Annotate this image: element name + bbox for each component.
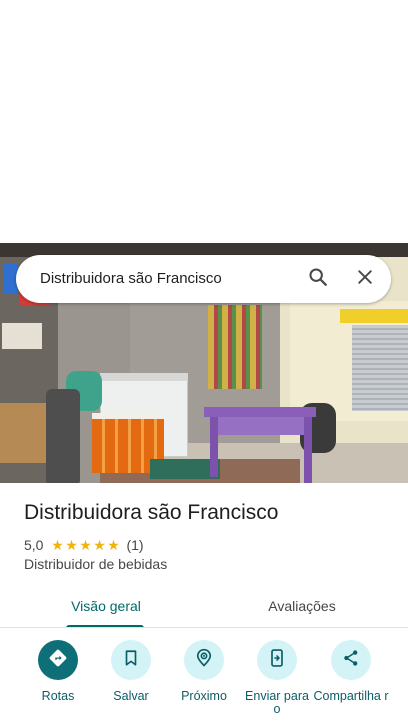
search-bar[interactable]: Distribuidora são Francisco	[16, 255, 391, 303]
star-icon: ★	[107, 537, 120, 553]
photo-hanging-snacks	[208, 305, 262, 389]
directions-icon	[47, 647, 69, 674]
send-to-phone-button-circle[interactable]	[257, 640, 297, 680]
tab-bar: Visão geral Avaliações	[0, 584, 408, 628]
search-icon	[307, 266, 329, 293]
photo-thermos	[46, 389, 80, 483]
search-button[interactable]	[300, 261, 336, 297]
photo-shutter-top	[340, 309, 408, 323]
rating-value: 5,0	[24, 537, 44, 553]
directions-button[interactable]: Rotas	[21, 640, 95, 703]
share-icon	[341, 648, 361, 673]
tab-overview[interactable]: Visão geral	[0, 584, 212, 628]
photo-freezer-lid	[100, 373, 188, 381]
star-icon: ★	[65, 537, 78, 553]
photo-shutter	[352, 325, 408, 411]
directions-button-circle[interactable]	[38, 640, 78, 680]
star-icon: ★	[93, 537, 106, 553]
share-label: Compartilha r	[313, 689, 389, 703]
star-icon: ★	[79, 537, 92, 553]
share-button[interactable]: Compartilha r	[312, 640, 390, 703]
save-label: Salvar	[113, 689, 149, 703]
rating-stars: ★ ★ ★ ★ ★	[50, 538, 120, 552]
review-count: (1)	[126, 537, 144, 553]
send-to-phone-label: Enviar para o	[245, 689, 309, 716]
rating-row[interactable]: 5,0 ★ ★ ★ ★ ★ (1)	[24, 536, 144, 554]
action-bar: Rotas Salvar Próximo Enviar para o Compa…	[0, 640, 408, 726]
directions-label: Rotas	[41, 689, 75, 703]
bookmark-icon	[122, 649, 140, 672]
nearby-icon	[194, 648, 214, 673]
nearby-label: Próximo	[181, 689, 227, 703]
save-button-circle[interactable]	[111, 640, 151, 680]
photo-table-top	[204, 407, 316, 417]
send-to-phone-button[interactable]: Enviar para o	[240, 640, 314, 716]
close-button[interactable]	[347, 261, 383, 297]
star-icon: ★	[51, 537, 64, 553]
tab-reviews[interactable]: Avaliações	[196, 584, 408, 628]
photo-table-apron	[212, 417, 308, 435]
map-area-blank	[0, 0, 408, 243]
place-category: Distribuidor de bebidas	[24, 556, 168, 572]
close-icon	[355, 267, 375, 292]
photo-shelf-item	[2, 323, 42, 349]
photo-shelf-item	[0, 403, 50, 463]
save-button[interactable]: Salvar	[94, 640, 168, 703]
photo-table-leg	[304, 417, 312, 483]
place-title: Distribuidora são Francisco	[24, 501, 279, 524]
photo-table-leg	[210, 417, 218, 477]
share-button-circle[interactable]	[331, 640, 371, 680]
tabs-divider	[0, 627, 408, 628]
nearby-button-circle[interactable]	[184, 640, 224, 680]
search-query[interactable]: Distribuidora são Francisco	[40, 255, 222, 303]
send-to-phone-icon	[267, 648, 287, 673]
nearby-button[interactable]: Próximo	[167, 640, 241, 703]
